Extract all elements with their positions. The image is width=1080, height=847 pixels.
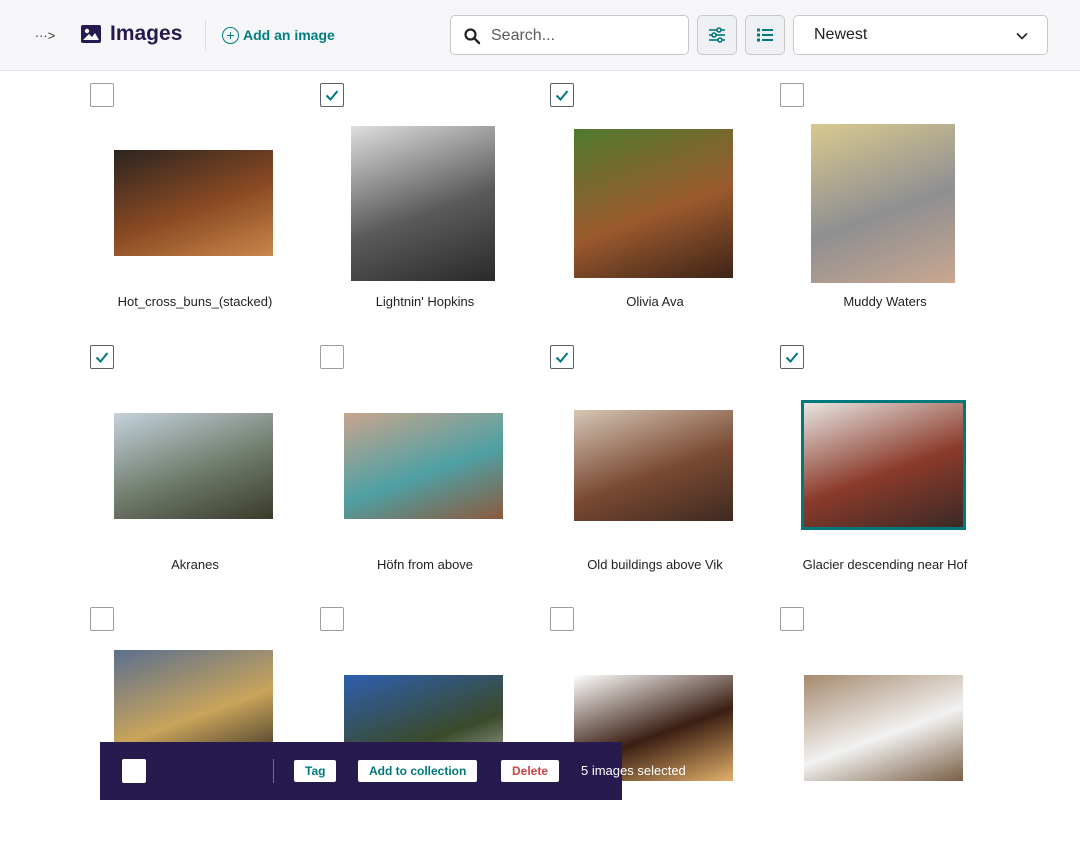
image-card (80, 607, 310, 847)
image-select-checkbox[interactable] (320, 83, 344, 107)
add-image-label: Add an image (243, 27, 335, 43)
checkmark-icon (325, 90, 339, 101)
sidebar-toggle-icon: ···> (34, 27, 56, 43)
image-select-checkbox[interactable] (90, 607, 114, 631)
select-all-checkbox[interactable] (122, 759, 146, 783)
search-field[interactable] (450, 15, 689, 55)
sort-select[interactable]: Newest (793, 15, 1048, 55)
selected-count: 5 images selected (581, 763, 686, 778)
chevron-down-icon (1016, 32, 1028, 40)
image-thumbnail[interactable] (114, 150, 273, 256)
image-title[interactable]: Lightnin' Hopkins (310, 294, 540, 309)
filter-button[interactable] (697, 15, 737, 55)
image-select-checkbox[interactable] (550, 345, 574, 369)
image-select-checkbox[interactable] (780, 345, 804, 369)
checkmark-icon (555, 90, 569, 101)
bulk-divider (273, 759, 274, 783)
header-divider (205, 20, 206, 50)
image-icon (81, 25, 101, 43)
image-card: Höfn from above (310, 345, 540, 585)
image-title[interactable]: Muddy Waters (770, 294, 1000, 309)
image-title[interactable]: Old buildings above Vik (540, 557, 770, 572)
add-circle-icon: + (222, 26, 239, 44)
search-input[interactable] (491, 24, 681, 48)
page-header: ···> Images + Add an image Search... New… (0, 0, 1080, 71)
image-thumbnail[interactable] (811, 124, 955, 283)
image-card: Glacier descending near Hof (770, 345, 1000, 585)
add-image-link[interactable]: + Add an image (222, 25, 335, 45)
image-select-checkbox[interactable] (320, 607, 344, 631)
image-card: Old buildings above Vik (540, 345, 770, 585)
list-view-icon (757, 28, 773, 42)
sort-selected-value: Newest (814, 26, 868, 43)
image-title[interactable]: Hot_cross_buns_(stacked) (80, 294, 310, 309)
image-card (770, 607, 1000, 847)
search-icon (464, 28, 481, 45)
image-thumbnail[interactable] (574, 129, 733, 278)
bulk-actions-bar: Tag Add to collection Delete 5 images se… (100, 742, 686, 800)
image-select-checkbox[interactable] (90, 83, 114, 107)
sidebar-toggle-button[interactable]: ···> (30, 24, 60, 46)
image-select-checkbox[interactable] (780, 607, 804, 631)
image-thumbnail[interactable] (351, 126, 495, 281)
image-select-checkbox[interactable] (550, 83, 574, 107)
image-thumbnail[interactable] (574, 410, 733, 521)
image-title[interactable]: Akranes (80, 557, 310, 572)
checkmark-icon (555, 352, 569, 363)
filter-sliders-icon (709, 27, 725, 43)
tag-button[interactable]: Tag (294, 760, 337, 782)
checkmark-icon (95, 352, 109, 363)
image-thumbnail[interactable] (801, 400, 966, 530)
image-thumbnail[interactable] (114, 413, 273, 519)
image-thumbnail[interactable] (344, 413, 503, 519)
image-select-checkbox[interactable] (320, 345, 344, 369)
image-title[interactable]: Olivia Ava (540, 294, 770, 309)
image-card: Akranes (80, 345, 310, 585)
page-title: Images (110, 22, 183, 45)
image-card: Muddy Waters (770, 83, 1000, 323)
image-select-checkbox[interactable] (780, 83, 804, 107)
image-card: Lightnin' Hopkins (310, 83, 540, 323)
delete-button[interactable]: Delete (501, 760, 560, 782)
list-view-button[interactable] (745, 15, 785, 55)
image-card (310, 607, 540, 847)
image-card (540, 607, 770, 847)
image-thumbnail[interactable] (804, 675, 963, 781)
image-card: Hot_cross_buns_(stacked) (80, 83, 310, 323)
image-select-checkbox[interactable] (550, 607, 574, 631)
add-to-collection-button[interactable]: Add to collection (358, 760, 478, 782)
image-title[interactable]: Höfn from above (310, 557, 540, 572)
checkmark-icon (785, 352, 799, 363)
image-select-checkbox[interactable] (90, 345, 114, 369)
image-title[interactable]: Glacier descending near Hof (770, 557, 1000, 572)
image-card: Olivia Ava (540, 83, 770, 323)
